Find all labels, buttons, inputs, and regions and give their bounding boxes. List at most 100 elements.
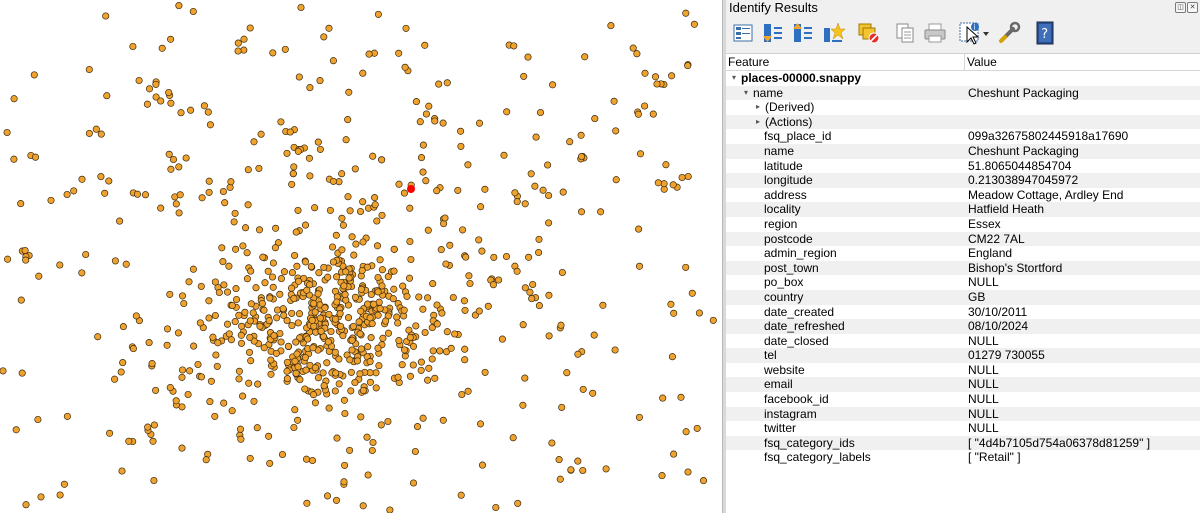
place-point[interactable]	[35, 272, 43, 280]
place-point[interactable]	[475, 236, 483, 244]
place-point[interactable]	[237, 339, 246, 347]
place-point[interactable]	[308, 456, 317, 465]
place-point[interactable]	[258, 299, 266, 308]
place-point[interactable]	[292, 338, 300, 346]
place-point[interactable]	[579, 466, 587, 475]
place-point[interactable]	[378, 156, 386, 164]
place-point[interactable]	[17, 200, 25, 208]
place-point[interactable]	[457, 142, 465, 150]
tree-row[interactable]: latitude 51.8065044854704	[726, 159, 1200, 174]
place-point[interactable]	[117, 368, 125, 376]
place-point[interactable]	[118, 467, 126, 475]
place-point[interactable]	[340, 396, 348, 404]
place-point[interactable]	[529, 280, 537, 289]
place-point[interactable]	[653, 80, 661, 88]
place-point[interactable]	[684, 62, 692, 70]
place-point[interactable]	[684, 172, 692, 181]
tree-row[interactable]: postcode CM22 7AL	[726, 231, 1200, 247]
place-point[interactable]	[178, 373, 186, 381]
place-point[interactable]	[219, 258, 227, 266]
place-point[interactable]	[63, 412, 71, 420]
place-point[interactable]	[457, 491, 465, 499]
place-point[interactable]	[340, 282, 348, 290]
place-point[interactable]	[351, 293, 359, 301]
help-button[interactable]: ?	[1032, 20, 1058, 46]
place-point[interactable]	[659, 394, 667, 402]
place-point[interactable]	[145, 339, 153, 347]
place-point[interactable]	[176, 191, 184, 199]
place-point[interactable]	[305, 154, 313, 162]
place-point[interactable]	[246, 454, 254, 462]
place-point[interactable]	[34, 415, 42, 424]
place-point[interactable]	[323, 492, 332, 500]
place-point[interactable]	[394, 373, 402, 381]
place-point[interactable]	[577, 131, 585, 139]
place-point[interactable]	[612, 176, 620, 184]
place-point[interactable]	[678, 173, 686, 182]
place-point[interactable]	[243, 275, 251, 283]
place-point[interactable]	[454, 186, 462, 194]
place-point[interactable]	[177, 109, 185, 117]
place-point[interactable]	[378, 211, 386, 219]
place-point[interactable]	[329, 57, 337, 65]
place-point[interactable]	[290, 423, 298, 432]
place-point[interactable]	[277, 338, 285, 346]
place-point[interactable]	[288, 269, 296, 277]
place-point[interactable]	[424, 376, 432, 384]
place-point[interactable]	[326, 206, 334, 214]
place-point[interactable]	[433, 301, 441, 309]
place-point[interactable]	[682, 428, 690, 436]
place-point[interactable]	[439, 119, 447, 127]
place-point[interactable]	[294, 206, 302, 214]
place-point[interactable]	[270, 332, 278, 340]
place-point[interactable]	[185, 278, 193, 286]
place-point[interactable]	[85, 129, 93, 137]
place-point[interactable]	[278, 450, 287, 459]
place-point[interactable]	[211, 311, 219, 320]
place-point[interactable]	[566, 138, 574, 146]
place-point[interactable]	[244, 166, 252, 174]
place-point[interactable]	[556, 475, 564, 483]
place-point[interactable]	[658, 472, 666, 480]
place-point[interactable]	[264, 267, 272, 275]
place-point[interactable]	[10, 155, 18, 163]
place-point[interactable]	[0, 367, 7, 375]
place-point[interactable]	[341, 409, 349, 418]
place-point[interactable]	[509, 434, 517, 442]
place-point[interactable]	[103, 92, 111, 100]
place-point[interactable]	[323, 359, 331, 367]
place-point[interactable]	[297, 3, 305, 12]
place-point[interactable]	[12, 426, 20, 434]
place-point[interactable]	[301, 221, 310, 229]
place-point[interactable]	[277, 118, 285, 126]
place-point[interactable]	[292, 228, 300, 236]
place-point[interactable]	[22, 501, 30, 509]
place-point[interactable]	[355, 318, 363, 326]
place-point[interactable]	[344, 314, 353, 322]
place-point[interactable]	[378, 266, 386, 274]
place-point[interactable]	[105, 177, 113, 185]
place-point[interactable]	[429, 347, 437, 355]
place-point[interactable]	[458, 390, 466, 399]
place-point[interactable]	[351, 165, 359, 173]
place-point[interactable]	[211, 412, 219, 420]
place-point[interactable]	[356, 330, 364, 338]
place-point[interactable]	[376, 256, 384, 264]
place-point[interactable]	[144, 423, 152, 431]
place-point[interactable]	[196, 319, 204, 327]
place-point[interactable]	[379, 334, 387, 342]
place-point[interactable]	[194, 360, 202, 369]
place-point[interactable]	[425, 102, 433, 110]
place-point[interactable]	[424, 226, 432, 234]
place-point[interactable]	[346, 207, 354, 215]
place-point[interactable]	[406, 237, 414, 246]
place-point[interactable]	[336, 310, 344, 318]
place-point[interactable]	[269, 259, 277, 267]
place-point[interactable]	[306, 172, 314, 180]
place-point[interactable]	[290, 294, 298, 303]
place-point[interactable]	[316, 314, 324, 322]
place-point[interactable]	[133, 190, 142, 198]
place-point[interactable]	[677, 393, 685, 401]
place-point[interactable]	[273, 314, 281, 322]
tree-row[interactable]: region Essex	[726, 217, 1200, 232]
